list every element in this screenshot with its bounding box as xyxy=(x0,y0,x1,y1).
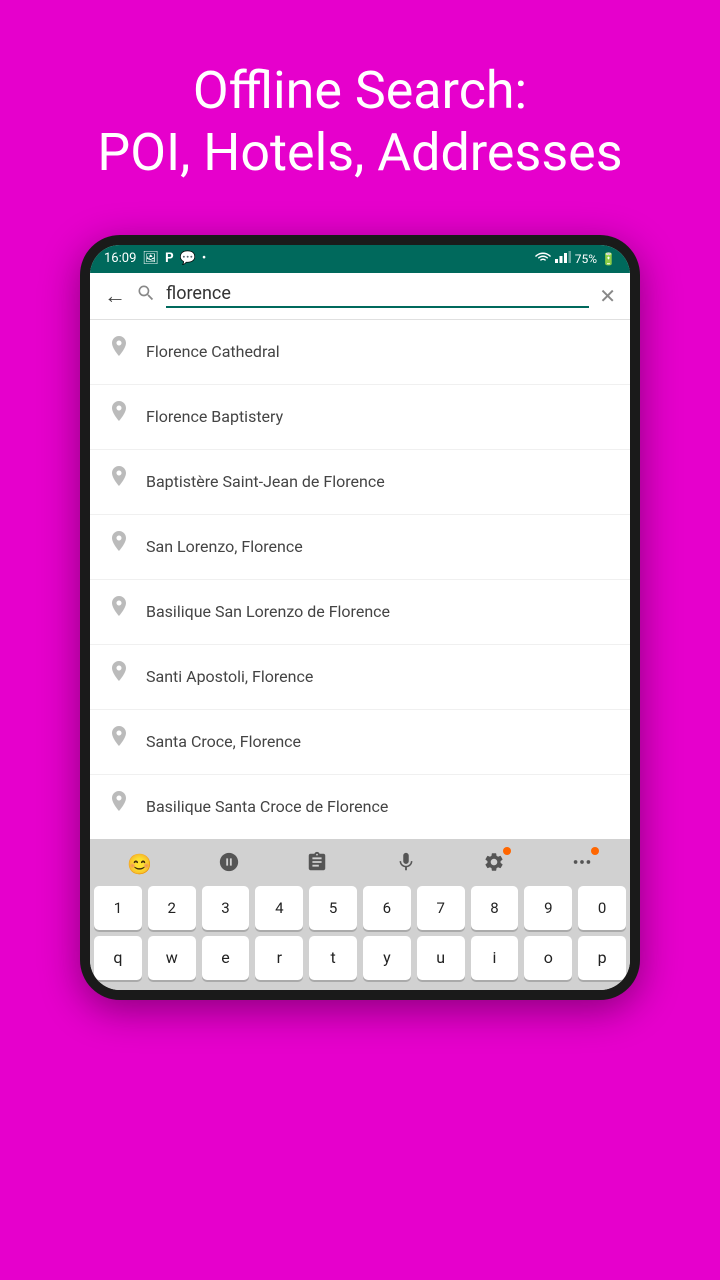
key-y[interactable]: y xyxy=(363,936,411,980)
result-item[interactable]: Basilique Santa Croce de Florence xyxy=(90,775,630,839)
key-i[interactable]: i xyxy=(471,936,519,980)
key-t[interactable]: t xyxy=(309,936,357,980)
back-button[interactable]: ← xyxy=(104,283,126,309)
location-pin-icon xyxy=(108,336,130,368)
battery-icon: 🔋 xyxy=(601,252,616,266)
more-badge xyxy=(591,847,599,855)
result-item[interactable]: Florence Baptistery xyxy=(90,385,630,450)
emoji-button[interactable]: 😊 xyxy=(127,852,152,876)
keyboard: 😊 xyxy=(90,839,630,990)
location-pin-icon xyxy=(108,726,130,758)
search-input[interactable]: florence xyxy=(166,283,589,308)
result-item[interactable]: Baptistère Saint-Jean de Florence xyxy=(90,450,630,515)
result-label: Basilique Santa Croce de Florence xyxy=(146,797,388,816)
key-0[interactable]: 0 xyxy=(578,886,626,930)
result-label: Florence Baptistery xyxy=(146,407,283,426)
result-label: Santa Croce, Florence xyxy=(146,732,301,751)
result-item[interactable]: Basilique San Lorenzo de Florence xyxy=(90,580,630,645)
key-o[interactable]: o xyxy=(524,936,572,980)
status-time: 16:09 xyxy=(104,251,136,266)
settings-badge xyxy=(503,847,511,855)
mic-button[interactable] xyxy=(395,851,417,878)
location-pin-icon xyxy=(108,466,130,498)
key-6[interactable]: 6 xyxy=(363,886,411,930)
key-4[interactable]: 4 xyxy=(255,886,303,930)
result-label: Santi Apostoli, Florence xyxy=(146,667,313,686)
result-item[interactable]: San Lorenzo, Florence xyxy=(90,515,630,580)
settings-button[interactable] xyxy=(483,851,505,878)
phone-screen: 16:09 🖼 𝐏 💬 • xyxy=(90,245,630,990)
signal-icon xyxy=(555,251,571,266)
qwerty-row: qwertyuiop xyxy=(94,936,626,980)
key-9[interactable]: 9 xyxy=(524,886,572,930)
location-pin-icon xyxy=(108,596,130,628)
clipboard-button[interactable] xyxy=(306,851,328,878)
result-item[interactable]: Santi Apostoli, Florence xyxy=(90,645,630,710)
search-icon xyxy=(136,283,156,308)
wifi-icon xyxy=(535,251,551,266)
sticker-button[interactable] xyxy=(218,851,240,878)
results-list: Florence Cathedral Florence Baptistery B… xyxy=(90,320,630,839)
key-8[interactable]: 8 xyxy=(471,886,519,930)
result-label: Florence Cathedral xyxy=(146,342,280,361)
status-photo-icon: 🖼 xyxy=(142,251,159,266)
result-label: San Lorenzo, Florence xyxy=(146,537,303,556)
key-3[interactable]: 3 xyxy=(202,886,250,930)
hero-title: Offline Search: POI, Hotels, Addresses xyxy=(57,0,662,225)
status-pinterest-icon: 𝐏 xyxy=(165,251,174,266)
key-2[interactable]: 2 xyxy=(148,886,196,930)
key-5[interactable]: 5 xyxy=(309,886,357,930)
status-dot: • xyxy=(202,251,206,266)
result-label: Baptistère Saint-Jean de Florence xyxy=(146,472,385,491)
keyboard-toolbar: 😊 xyxy=(94,847,626,886)
result-item[interactable]: Santa Croce, Florence xyxy=(90,710,630,775)
clear-button[interactable]: ✕ xyxy=(599,284,616,308)
key-e[interactable]: e xyxy=(202,936,250,980)
result-label: Basilique San Lorenzo de Florence xyxy=(146,602,390,621)
phone-mockup: 16:09 🖼 𝐏 💬 • xyxy=(80,235,640,1000)
search-bar: ← florence ✕ xyxy=(90,273,630,320)
location-pin-icon xyxy=(108,401,130,433)
status-chat-icon: 💬 xyxy=(180,251,196,266)
number-row: 1234567890 xyxy=(94,886,626,930)
more-button[interactable] xyxy=(571,851,593,878)
key-r[interactable]: r xyxy=(255,936,303,980)
battery-text: 75% xyxy=(575,252,597,266)
location-pin-icon xyxy=(108,791,130,823)
key-u[interactable]: u xyxy=(417,936,465,980)
key-7[interactable]: 7 xyxy=(417,886,465,930)
location-pin-icon xyxy=(108,531,130,563)
status-bar: 16:09 🖼 𝐏 💬 • xyxy=(90,245,630,273)
key-1[interactable]: 1 xyxy=(94,886,142,930)
key-q[interactable]: q xyxy=(94,936,142,980)
key-p[interactable]: p xyxy=(578,936,626,980)
result-item[interactable]: Florence Cathedral xyxy=(90,320,630,385)
key-w[interactable]: w xyxy=(148,936,196,980)
location-pin-icon xyxy=(108,661,130,693)
